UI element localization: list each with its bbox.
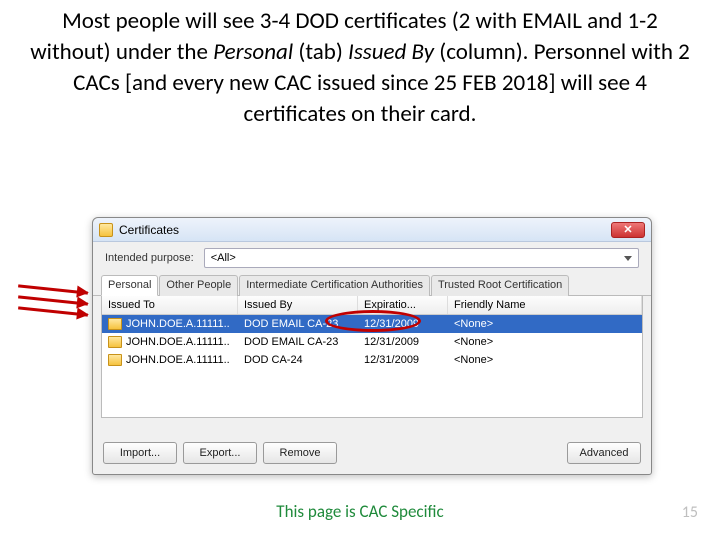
table-row[interactable]: JOHN.DOE.A.11111.. DOD EMAIL CA-23 12/31… xyxy=(102,333,642,351)
cell-issued-to: JOHN.DOE.A.11111.. xyxy=(126,336,230,348)
cell-expiration: 12/31/2009 xyxy=(358,336,448,348)
cell-issued-to: JOHN.DOE.A.11111.. xyxy=(126,354,230,366)
cell-friendly-name: <None> xyxy=(448,318,642,330)
intended-purpose-row: Intended purpose: <All> xyxy=(93,242,651,272)
certificates-dialog: Certificates ✕ Intended purpose: <All> P… xyxy=(92,217,652,475)
combo-value: <All> xyxy=(211,252,236,264)
close-icon: ✕ xyxy=(623,223,632,236)
certificate-list: Issued To Issued By Expiratio... Friendl… xyxy=(101,296,643,418)
cell-expiration: 12/31/2009 xyxy=(358,318,448,330)
certificate-icon xyxy=(108,354,122,366)
red-arrow-annotations xyxy=(18,288,90,328)
certificate-icon xyxy=(108,336,122,348)
tab-bar: Personal Other People Intermediate Certi… xyxy=(93,274,651,296)
col-expiration[interactable]: Expiratio... xyxy=(358,296,448,314)
cell-friendly-name: <None> xyxy=(448,354,642,366)
advanced-button[interactable]: Advanced xyxy=(567,442,641,464)
slide-body-text: Most people will see 3-4 DOD certificate… xyxy=(0,0,720,130)
table-row[interactable]: JOHN.DOE.A.11111.. DOD EMAIL CA-23 12/31… xyxy=(102,315,642,333)
intended-purpose-label: Intended purpose: xyxy=(105,252,194,264)
column-headers: Issued To Issued By Expiratio... Friendl… xyxy=(102,296,642,315)
dialog-titlebar[interactable]: Certificates ✕ xyxy=(93,218,651,242)
col-issued-to[interactable]: Issued To xyxy=(102,296,238,314)
intended-purpose-combo[interactable]: <All> xyxy=(204,248,639,268)
certificate-icon xyxy=(108,318,122,330)
dialog-button-row: Import... Export... Remove Advanced xyxy=(103,442,641,464)
cell-issued-to: JOHN.DOE.A.11111.. xyxy=(126,318,230,330)
tab-intermediate-ca[interactable]: Intermediate Certification Authorities xyxy=(239,275,430,296)
remove-button[interactable]: Remove xyxy=(263,442,337,464)
col-friendly-name[interactable]: Friendly Name xyxy=(448,296,642,314)
certificate-icon xyxy=(99,223,113,237)
tab-personal[interactable]: Personal xyxy=(101,275,158,296)
cell-expiration: 12/31/2009 xyxy=(358,354,448,366)
tab-trusted-root[interactable]: Trusted Root Certification xyxy=(431,275,569,296)
close-button[interactable]: ✕ xyxy=(611,222,645,238)
cell-issued-by: DOD CA-24 xyxy=(238,354,358,366)
chevron-down-icon xyxy=(624,256,632,261)
tab-other-people[interactable]: Other People xyxy=(159,275,238,296)
page-number: 15 xyxy=(682,503,698,522)
import-button[interactable]: Import... xyxy=(103,442,177,464)
export-button[interactable]: Export... xyxy=(183,442,257,464)
arrow-icon xyxy=(18,306,88,316)
arrow-icon xyxy=(18,284,88,294)
cell-issued-by: DOD EMAIL CA-23 xyxy=(238,318,358,330)
table-row[interactable]: JOHN.DOE.A.11111.. DOD CA-24 12/31/2009 … xyxy=(102,351,642,369)
cell-issued-by: DOD EMAIL CA-23 xyxy=(238,336,358,348)
cell-friendly-name: <None> xyxy=(448,336,642,348)
dialog-title: Certificates xyxy=(119,223,611,237)
arrow-icon xyxy=(18,295,88,305)
col-issued-by[interactable]: Issued By xyxy=(238,296,358,314)
footer-note: This page is CAC Specific xyxy=(0,501,720,522)
